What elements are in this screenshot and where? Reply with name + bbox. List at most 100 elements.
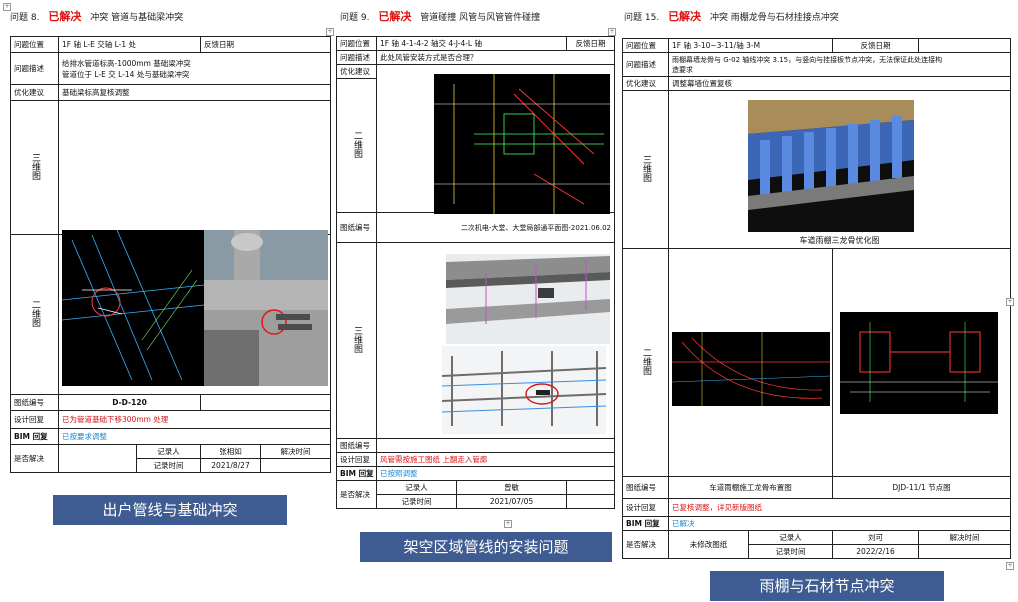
issue-header: 问题 15. 已解决 冲突 雨棚龙骨与石材挂接点冲突	[618, 2, 1014, 32]
design-reply-label: 设计回复	[10, 410, 59, 429]
feedback-date-label: 反馈日期	[832, 38, 920, 53]
record-time-value: 2021/07/05	[455, 494, 568, 509]
location-value: 1F 轴 L-E 交轴 L-1 处	[58, 36, 201, 53]
issue-title: 管道碰撞 风管与风管管件碰撞	[420, 13, 541, 23]
record-time-label: 记录时间	[747, 544, 834, 559]
two-d-drawing-right	[840, 312, 998, 414]
three-d-model-image	[748, 100, 914, 232]
feedback-date-label: 反馈日期	[200, 36, 331, 53]
description-value: 雨棚幕墙龙骨与 G-02 轴线冲突 3.15，与竖向与挂接板节点冲突，无法保证此…	[667, 52, 1012, 77]
recorder-label: 记录人	[747, 530, 834, 545]
bim-reply-label: BIM 回复	[336, 466, 377, 481]
issue-title: 冲突 管道与基础梁冲突	[90, 13, 184, 23]
bim-reply-value: 已按照调整	[375, 466, 616, 481]
two-d-drawing-left	[672, 332, 830, 406]
recorder-value: 曾敏	[455, 480, 568, 495]
description-value: 此处风管安装方式是否合理？	[375, 50, 616, 65]
three-d-label: 三维图	[30, 153, 40, 180]
solved-label: 是否解决	[622, 530, 669, 559]
design-reply-label: 设计回复	[336, 452, 377, 467]
issue-sheet-3: 问题 15. 已解决 冲突 雨棚龙骨与石材挂接点冲突 问题位置 1F 轴 3-1…	[618, 2, 1014, 562]
two-d-drawing-image	[62, 230, 204, 386]
drawing-no-value: 二次机电-大堂、大堂局部通平面图-2021.06.02	[375, 212, 616, 243]
location-value: 1F 轴 3-10~3-11/轴 3-M	[667, 38, 834, 53]
move-handle-icon[interactable]: +	[608, 28, 616, 36]
issue-header: 问题 8. 已解决 冲突 管道与基础梁冲突	[4, 2, 332, 32]
three-d-model-image	[204, 230, 328, 386]
issue-sheet-1: 问题 8. 已解决 冲突 管道与基础梁冲突 问题位置 1F 轴 L-E 交轴 L…	[4, 2, 332, 480]
move-handle-icon[interactable]: +	[1006, 298, 1014, 306]
issue-header: 问题 9. 已解决 管道碰撞 风管与风管管件碰撞	[334, 2, 616, 32]
bim-reply-label: BIM 回复	[10, 428, 59, 445]
two-d-drawing-image	[434, 74, 610, 214]
record-time-value: 2022/2/16	[832, 544, 920, 559]
bim-reply-value: 已按要求调整	[58, 428, 331, 445]
move-handle-icon[interactable]: +	[1006, 562, 1014, 570]
suggestion-label: 优化建议	[10, 84, 59, 101]
suggestion-label: 优化建议	[336, 64, 377, 79]
suggestion-label: 优化建议	[622, 76, 669, 91]
status-resolved: 已解决	[668, 10, 702, 23]
drawing-no-label: 图纸编号	[336, 212, 377, 243]
solve-time-label: 解决时间	[918, 530, 1012, 545]
issue-number: 问题 8.	[10, 13, 40, 23]
location-label: 问题位置	[10, 36, 59, 53]
recorder-value: 刘可	[832, 530, 920, 545]
bim-reply-label: BIM 回复	[622, 516, 669, 531]
status-resolved: 已解决	[48, 10, 82, 23]
description-line-1: 给排水管道标高-1000mm 基础梁冲突	[62, 58, 191, 68]
location-label: 问题位置	[622, 38, 669, 53]
solved-label: 是否解决	[336, 480, 377, 509]
location-value: 1F 轴 4-1-4-2 轴交 4-J-4-L 轴	[375, 36, 568, 51]
design-reply-value: 已为管道基础下移300mm 处理	[58, 410, 331, 429]
record-time-label: 记录时间	[376, 494, 457, 509]
drawing-no-label: 图纸编号	[622, 476, 669, 499]
move-handle-icon[interactable]: +	[3, 3, 11, 11]
caption-sheet-3: 雨棚与石材节点冲突	[710, 571, 944, 601]
recorder-value: 张相如	[200, 444, 261, 459]
drawing-no-label-2: 图纸编号	[336, 438, 377, 453]
suggestion-value: 调整幕墙位置复核	[667, 76, 1012, 91]
caption-sheet-2: 架空区域管线的安装问题	[360, 532, 612, 562]
three-d-label: 三维图	[641, 155, 651, 182]
issue-title: 冲突 雨棚龙骨与石材挂接点冲突	[709, 13, 839, 23]
design-reply-value: 风管需按施工图纸 上翻走入管廊	[375, 452, 616, 467]
issue-number: 问题 9.	[340, 13, 370, 23]
resize-handle-icon[interactable]: +	[504, 520, 512, 528]
recorder-label: 记录人	[376, 480, 457, 495]
two-d-label: 二维图	[641, 348, 651, 375]
feedback-date-label: 反馈日期	[566, 36, 616, 51]
drawing-no-value-2: DJD-11/1 节点图	[832, 476, 1012, 499]
record-time-value: 2021/8/27	[200, 458, 261, 473]
bim-reply-value: 已解决	[667, 516, 1012, 531]
move-handle-icon[interactable]: +	[326, 28, 334, 36]
status-resolved: 已解决	[378, 10, 412, 23]
three-d-cell	[58, 100, 331, 235]
description-line-2: 造要求	[672, 65, 693, 74]
drawing-no-label: 图纸编号	[10, 394, 59, 411]
suggestion-value: 基础梁标高复核调整	[58, 84, 331, 101]
solve-time-label: 解决时间	[260, 444, 331, 459]
solved-value: 未修改图纸	[668, 530, 749, 559]
issue-sheet-2: 问题 9. 已解决 管道碰撞 风管与风管管件碰撞 问题位置 1F 轴 4-1-4…	[334, 2, 616, 528]
design-reply-value: 已复核调整，详见新版图纸	[667, 498, 1012, 517]
drawing-no-value: 车道雨棚施工龙骨布置图	[667, 476, 834, 499]
solved-label: 是否解决	[10, 444, 59, 473]
record-time-label: 记录时间	[136, 458, 201, 473]
location-label: 问题位置	[336, 36, 377, 51]
issue-number: 问题 15.	[624, 13, 660, 23]
two-d-label: 二维图	[352, 131, 362, 158]
description-value: 给排水管道标高-1000mm 基础梁冲突 管道位于 L-E 交 L-14 处与基…	[58, 52, 331, 85]
two-d-label: 二维图	[30, 300, 40, 327]
drawing-no-value: D-D-120	[58, 394, 201, 411]
description-label: 问题描述	[10, 52, 59, 85]
description-line-2: 管道位于 L-E 交 L-14 处与基础梁冲突	[62, 69, 190, 79]
description-label: 问题描述	[622, 52, 669, 77]
three-d-model-image-bottom	[442, 346, 606, 434]
three-d-model-image-top	[446, 254, 610, 344]
description-label: 问题描述	[336, 50, 377, 65]
recorder-label: 记录人	[136, 444, 201, 459]
design-reply-label: 设计回复	[622, 498, 669, 517]
three-d-label: 三维图	[352, 326, 362, 353]
description-line-1: 雨棚幕墙龙骨与 G-02 轴线冲突 3.15，与竖向与挂接板节点冲突，无法保证此…	[672, 55, 943, 64]
